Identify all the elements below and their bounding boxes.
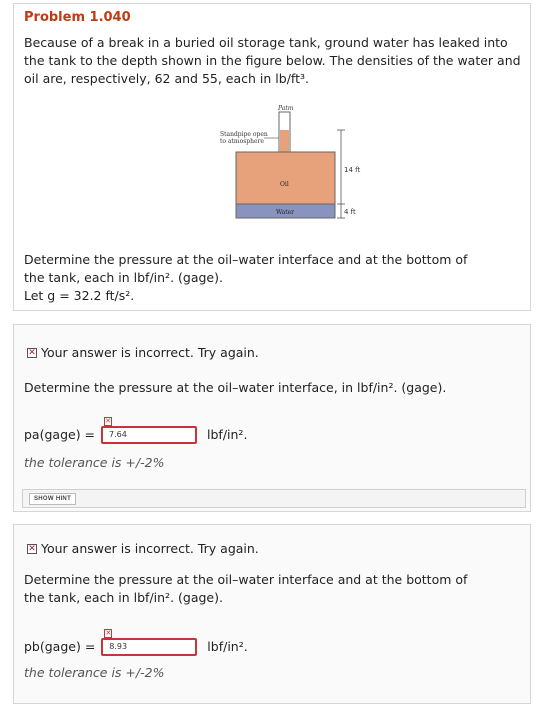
prompt-b-line-1: Determine the pressure at the oil–water … [24,572,468,587]
answer-label-a: pa(gage) = [24,426,96,442]
answer-panel-a: ✕ Your answer is incorrect. Try again. D… [13,324,531,512]
problem-panel: Problem 1.040 Because of a break in a bu… [13,3,531,311]
answer-label-b: pb(gage) = [24,638,96,654]
oil-region [235,151,336,205]
dim-14-label: 14 ft [344,166,360,174]
gravity-line: Let g = 32.2 ft/s². [24,288,135,303]
task-line-1: Determine the pressure at the oil–water … [24,252,468,267]
problem-task: Determine the pressure at the oil–water … [24,251,524,305]
prompt-b-line-2: the tank, each in lbf/in². (gage). [24,590,223,605]
prompt-b: Determine the pressure at the oil–water … [24,571,524,607]
status-text-a: Your answer is incorrect. Try again. [41,345,259,360]
water-label: Water [276,209,294,216]
incorrect-icon: ✕ [27,543,37,554]
incorrect-icon: ✕ [27,347,37,358]
answer-panel-b: ✕ Your answer is incorrect. Try again. D… [13,524,531,704]
answer-input-b[interactable] [101,637,198,656]
tank-diagram: Standpipe open to atmosphere Patm Oil Wa… [220,105,360,219]
answer-row-a: pa(gage) = ✕ lbf/in². [24,417,248,444]
dim-4-label: 4 ft [344,208,356,216]
answer-input-wrap-a: ✕ [101,417,198,444]
answer-row-b: pb(gage) = ✕ lbf/in². [24,629,248,656]
incorrect-mark-icon: ✕ [104,417,113,426]
prompt-a: Determine the pressure at the oil–water … [24,380,447,395]
answer-input-wrap-b: ✕ [101,629,198,656]
task-line-2: the tank, each in lbf/in². (gage). [24,270,223,285]
unit-a: lbf/in². [207,426,248,442]
answer-input-a[interactable] [101,425,198,444]
incorrect-status-a: ✕ Your answer is incorrect. Try again. [27,345,259,360]
problem-statement: Because of a break in a buried oil stora… [24,35,521,86]
unit-b: lbf/in². [207,638,248,654]
standpipe-oil [280,130,289,152]
oil-label: Oil [280,181,289,188]
incorrect-status-b: ✕ Your answer is incorrect. Try again. [27,541,259,556]
standpipe-label-1: Standpipe open [220,131,268,138]
hint-bar: SHOW HINT [22,489,526,508]
status-text-b: Your answer is incorrect. Try again. [41,541,259,556]
tolerance-b: the tolerance is +/-2% [24,665,165,680]
tolerance-a: the tolerance is +/-2% [24,455,165,470]
show-hint-button[interactable]: SHOW HINT [29,493,77,505]
incorrect-mark-icon: ✕ [104,629,113,638]
standpipe-label-2: to atmosphere [220,138,264,145]
problem-title: Problem 1.040 [24,10,131,25]
patm-label: Patm [277,105,294,112]
